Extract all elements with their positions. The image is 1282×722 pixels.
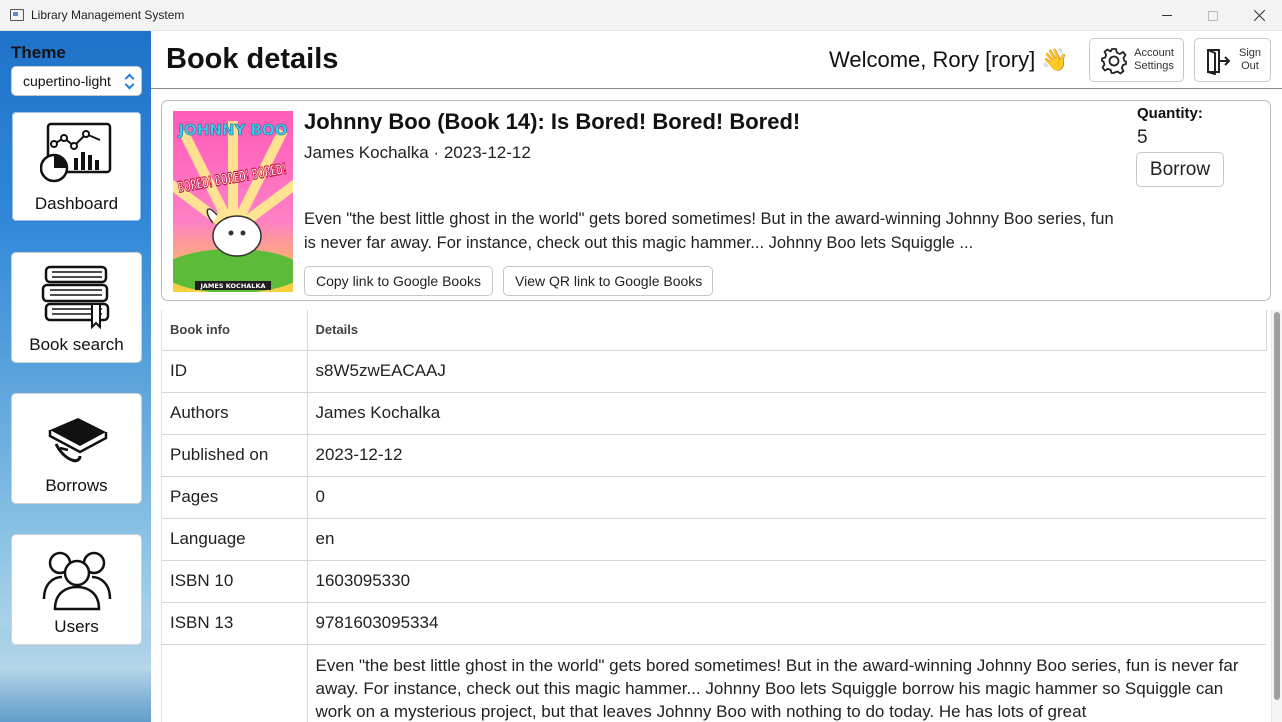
dashboard-icon bbox=[40, 122, 112, 183]
column-header-details[interactable]: Details bbox=[307, 310, 1267, 351]
book-info-table: Book info Details ID s8W5zwEACAAJ Authors… bbox=[161, 310, 1270, 722]
row-value: 2023-12-12 bbox=[307, 434, 1266, 477]
row-label: ISBN 13 bbox=[162, 602, 308, 645]
sidebar-item-dashboard[interactable]: Dashboard bbox=[11, 111, 142, 222]
scrollbar-thumb[interactable] bbox=[1274, 312, 1280, 700]
select-arrows-icon bbox=[125, 72, 135, 90]
table-row[interactable]: Published on 2023-12-12 bbox=[162, 434, 1266, 477]
close-icon bbox=[1253, 9, 1266, 22]
book-title: Johnny Boo (Book 14): Is Bored! Bored! B… bbox=[304, 109, 801, 134]
borrow-book-icon bbox=[48, 418, 108, 463]
sidebar-item-label: Borrows bbox=[45, 476, 108, 495]
row-label: Authors bbox=[162, 392, 308, 435]
book-summary-card: JOHNNY BOO BORED! BORED! BORED! JAMES KO… bbox=[161, 100, 1271, 301]
page-title: Book details bbox=[166, 43, 339, 75]
window-title: Library Management System bbox=[31, 8, 185, 22]
sidebar-item-users[interactable]: Users bbox=[11, 534, 142, 645]
row-label bbox=[162, 644, 308, 722]
gear-icon bbox=[1101, 48, 1127, 75]
row-value: en bbox=[307, 518, 1266, 561]
maximize-icon bbox=[1208, 10, 1218, 21]
borrow-button[interactable]: Borrow bbox=[1136, 152, 1224, 187]
account-settings-label: Account Settings bbox=[1134, 47, 1174, 72]
sign-out-icon bbox=[1207, 49, 1231, 75]
users-icon bbox=[42, 551, 112, 611]
table-scrollbar[interactable] bbox=[1271, 310, 1282, 722]
book-cover-image: JOHNNY BOO BORED! BORED! BORED! JAMES KO… bbox=[173, 111, 293, 292]
row-value: James Kochalka bbox=[307, 392, 1266, 435]
table-row[interactable]: Even "the best little ghost in the world… bbox=[162, 644, 1266, 722]
quantity-value: 5 bbox=[1137, 127, 1148, 148]
sidebar-item-label: Book search bbox=[29, 335, 124, 354]
book-author-date: James Kochalka · 2023-12-12 bbox=[304, 143, 531, 162]
minimize-button[interactable] bbox=[1144, 0, 1190, 31]
row-label: Published on bbox=[162, 434, 308, 477]
row-value: 9781603095334 bbox=[307, 602, 1266, 645]
sidebar: Theme cupertino-light Dashboard Book sea… bbox=[0, 31, 151, 722]
row-value: 1603095330 bbox=[307, 560, 1266, 603]
table-row[interactable]: ID s8W5zwEACAAJ bbox=[162, 350, 1266, 393]
table-row[interactable]: Language en bbox=[162, 518, 1266, 561]
cover-author-text: JAMES KOCHALKA bbox=[199, 282, 265, 290]
table-header-row: Book info Details bbox=[162, 310, 1267, 351]
cover-series-text: JOHNNY BOO bbox=[177, 121, 287, 139]
app-window-icon bbox=[10, 9, 24, 21]
row-value: 0 bbox=[307, 476, 1266, 519]
maximize-button[interactable] bbox=[1190, 0, 1236, 31]
row-label: ISBN 10 bbox=[162, 560, 308, 603]
sidebar-item-borrows[interactable]: Borrows bbox=[11, 393, 142, 504]
table-row[interactable]: Pages 0 bbox=[162, 476, 1266, 519]
minimize-icon bbox=[1162, 15, 1172, 16]
sign-out-label: Sign Out bbox=[1238, 47, 1262, 72]
theme-select[interactable]: cupertino-light bbox=[11, 66, 142, 96]
theme-select-value: cupertino-light bbox=[23, 73, 111, 89]
table-row[interactable]: ISBN 10 1603095330 bbox=[162, 560, 1266, 603]
welcome-message: Welcome, Rory [rory] 👋 bbox=[829, 47, 1069, 72]
row-value: s8W5zwEACAAJ bbox=[307, 350, 1266, 393]
quantity-label: Quantity: bbox=[1137, 105, 1203, 122]
sign-out-button[interactable]: Sign Out bbox=[1194, 38, 1271, 82]
row-value-description: Even "the best little ghost in the world… bbox=[307, 644, 1266, 722]
theme-label: Theme bbox=[11, 43, 66, 62]
sidebar-item-label: Users bbox=[54, 617, 99, 636]
table-row[interactable]: Authors James Kochalka bbox=[162, 392, 1266, 435]
book-description-preview: Even "the best little ghost in the world… bbox=[304, 210, 1114, 252]
books-stack-icon bbox=[41, 265, 110, 329]
header-divider bbox=[151, 88, 1282, 89]
table-row[interactable]: ISBN 13 9781603095334 bbox=[162, 602, 1266, 645]
sidebar-item-label: Dashboard bbox=[34, 194, 119, 213]
window-titlebar: Library Management System bbox=[0, 0, 1282, 31]
close-window-button[interactable] bbox=[1236, 0, 1282, 31]
copy-link-button[interactable]: Copy link to Google Books bbox=[304, 266, 493, 296]
view-qr-link-button[interactable]: View QR link to Google Books bbox=[503, 266, 713, 296]
row-label: Pages bbox=[162, 476, 308, 519]
column-header-book-info[interactable]: Book info bbox=[162, 310, 308, 351]
sidebar-item-book-search[interactable]: Book search bbox=[11, 252, 142, 363]
account-settings-button[interactable]: Account Settings bbox=[1089, 38, 1184, 82]
row-label: Language bbox=[162, 518, 308, 561]
row-label: ID bbox=[162, 350, 308, 393]
